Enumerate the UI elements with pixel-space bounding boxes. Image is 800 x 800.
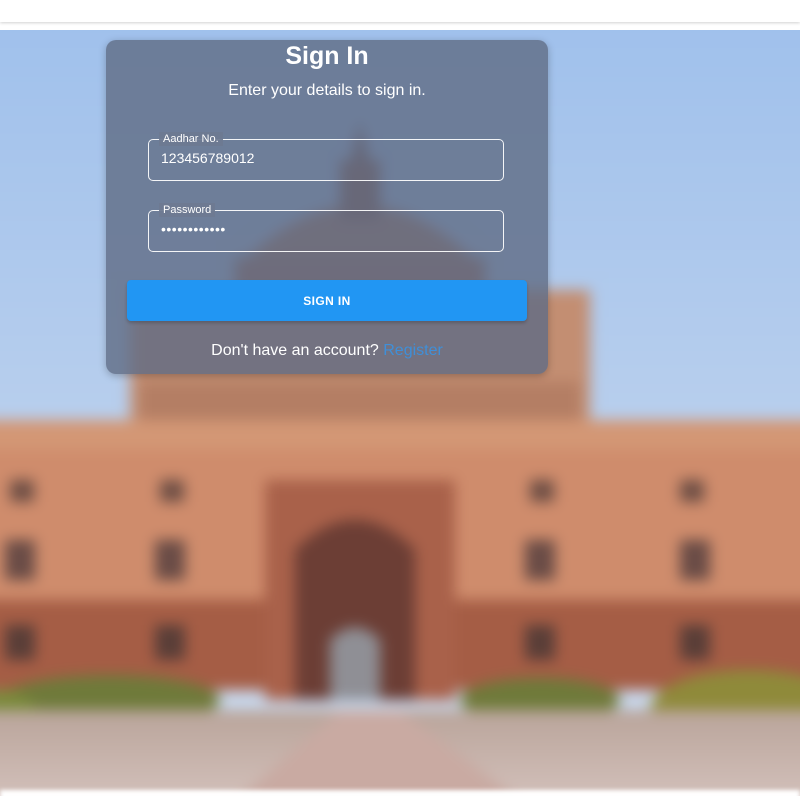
top-bar xyxy=(0,0,800,22)
register-prompt-text: Don't have an account? xyxy=(211,342,384,359)
signin-subtitle: Enter your details to sign in. xyxy=(228,82,426,99)
signin-button[interactable]: SIGN IN xyxy=(127,280,527,321)
password-field[interactable]: Password xyxy=(148,203,504,252)
register-prompt: Don't have an account? Register xyxy=(106,342,548,360)
password-input[interactable] xyxy=(161,221,491,237)
bottom-edge xyxy=(0,790,800,800)
aadhar-input[interactable] xyxy=(161,150,491,166)
aadhar-label: Aadhar No. xyxy=(159,132,223,146)
register-link[interactable]: Register xyxy=(383,342,443,359)
password-label: Password xyxy=(159,203,216,217)
aadhar-field[interactable]: Aadhar No. xyxy=(148,132,504,181)
signin-card: Sign In Enter your details to sign in. A… xyxy=(106,40,548,374)
signin-title: Sign In xyxy=(285,42,369,70)
